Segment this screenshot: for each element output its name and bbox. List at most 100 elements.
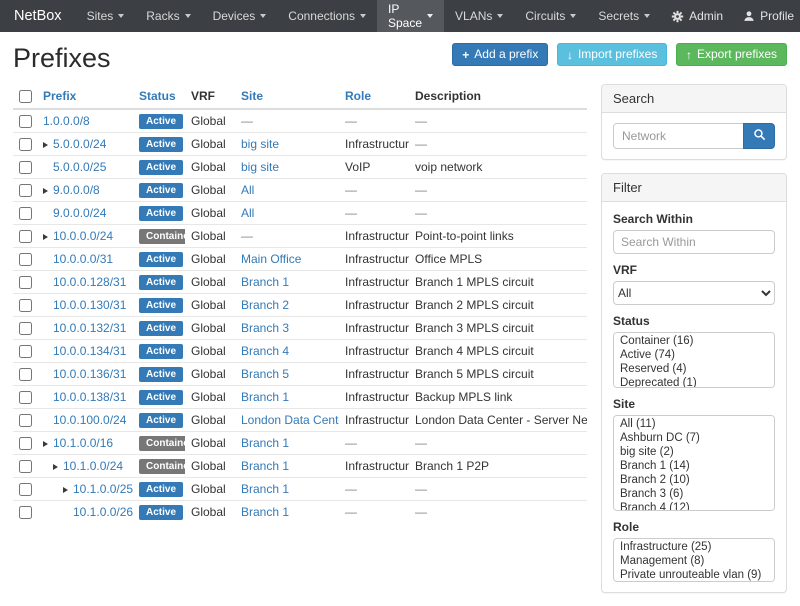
column-header-status[interactable]: Status — [139, 89, 176, 103]
filter-option[interactable]: Private unrouteable vlan (9) — [614, 568, 774, 582]
prefix-link[interactable]: 10.0.0.138/31 — [53, 390, 126, 404]
filter-option[interactable]: Infrastructure (25) — [614, 540, 774, 554]
filter-option[interactable]: Branch 2 (10) — [614, 473, 774, 487]
brand[interactable]: NetBox — [0, 0, 76, 32]
site-link[interactable]: Branch 3 — [241, 321, 289, 335]
export-prefixes-button[interactable]: ↑ Export prefixes — [676, 43, 787, 66]
nav-item-connections[interactable]: Connections — [277, 0, 377, 32]
row-checkbox[interactable] — [19, 460, 32, 473]
row-checkbox[interactable] — [19, 161, 32, 174]
prefix-link[interactable]: 10.1.0.0/16 — [53, 436, 113, 450]
filter-option[interactable]: Branch 4 (12) — [614, 501, 774, 511]
site-link[interactable]: Branch 1 — [241, 436, 289, 450]
site-link[interactable]: Main Office — [241, 252, 301, 266]
site-link[interactable]: Branch 1 — [241, 390, 289, 404]
vrf-select[interactable]: All — [613, 281, 775, 305]
site-link[interactable]: Branch 5 — [241, 367, 289, 381]
site-link[interactable]: All — [241, 183, 254, 197]
status-badge: Active — [139, 275, 183, 290]
nav-item-vlans[interactable]: VLANs — [444, 0, 514, 32]
row-checkbox[interactable] — [19, 184, 32, 197]
site-filter-listbox[interactable]: All (11)Ashburn DC (7)big site (2)Branch… — [613, 415, 775, 511]
row-checkbox[interactable] — [19, 253, 32, 266]
prefix-link[interactable]: 1.0.0.0/8 — [43, 114, 90, 128]
filter-option[interactable]: Reserved (4) — [614, 362, 774, 376]
row-checkbox[interactable] — [19, 138, 32, 151]
row-checkbox[interactable] — [19, 368, 32, 381]
nav-item-ip-space[interactable]: IP Space — [377, 0, 444, 32]
status-filter-listbox[interactable]: Container (16)Active (74)Reserved (4)Dep… — [613, 332, 775, 388]
nav-item-sites[interactable]: Sites — [76, 0, 136, 32]
table-header-row: Prefix Status VRF Site Role Description — [13, 84, 587, 109]
prefix-link[interactable]: 10.0.0.132/31 — [53, 321, 126, 335]
row-checkbox[interactable] — [19, 207, 32, 220]
nav-admin[interactable]: Admin — [661, 0, 733, 32]
site-link[interactable]: Branch 4 — [241, 344, 289, 358]
filter-option[interactable]: big site (2) — [614, 445, 774, 459]
prefix-link[interactable]: 10.0.0.0/24 — [53, 229, 113, 243]
prefix-link[interactable]: 10.0.0.130/31 — [53, 298, 126, 312]
row-checkbox[interactable] — [19, 414, 32, 427]
site-link[interactable]: big site — [241, 160, 279, 174]
import-prefixes-button[interactable]: ↓ Import prefixes — [557, 43, 667, 66]
nav-item-racks[interactable]: Racks — [135, 0, 201, 32]
column-header-role[interactable]: Role — [345, 89, 371, 103]
prefix-link[interactable]: 9.0.0.0/8 — [53, 183, 100, 197]
row-checkbox[interactable] — [19, 322, 32, 335]
row-checkbox[interactable] — [19, 276, 32, 289]
row-checkbox[interactable] — [19, 230, 32, 243]
filter-option[interactable]: Container (16) — [614, 334, 774, 348]
column-header-prefix[interactable]: Prefix — [43, 89, 76, 103]
prefix-link[interactable]: 5.0.0.0/24 — [53, 137, 106, 151]
prefix-link[interactable]: 10.0.100.0/24 — [53, 413, 126, 427]
prefix-link[interactable]: 5.0.0.0/25 — [53, 160, 106, 174]
site-link[interactable]: Branch 2 — [241, 298, 289, 312]
add-prefix-button[interactable]: + Add a prefix — [452, 43, 548, 66]
role-cell: — — [339, 501, 409, 524]
filter-option[interactable]: All (11) — [614, 417, 774, 431]
prefix-link[interactable]: 10.1.0.0/24 — [63, 459, 123, 473]
nav-item-devices[interactable]: Devices — [202, 0, 278, 32]
row-checkbox[interactable] — [19, 299, 32, 312]
filter-option[interactable]: Deprecated (1) — [614, 376, 774, 388]
row-checkbox[interactable] — [19, 437, 32, 450]
prefix-link[interactable]: 10.0.0.128/31 — [53, 275, 126, 289]
import-prefixes-label: Import prefixes — [578, 47, 657, 62]
row-checkbox[interactable] — [19, 345, 32, 358]
nav-profile[interactable]: Profile — [733, 0, 800, 32]
prefix-link[interactable]: 10.1.0.0/25 — [73, 482, 133, 496]
site-link[interactable]: Branch 1 — [241, 482, 289, 496]
prefix-link[interactable]: 9.0.0.0/24 — [53, 206, 106, 220]
site-link[interactable]: Branch 1 — [241, 505, 289, 519]
status-badge: Active — [139, 160, 183, 175]
select-all-checkbox[interactable] — [19, 90, 32, 103]
vrf-cell: Global — [185, 271, 235, 294]
row-checkbox[interactable] — [19, 115, 32, 128]
filter-option[interactable]: Branch 3 (6) — [614, 487, 774, 501]
search-button[interactable] — [743, 123, 775, 149]
role-filter-listbox[interactable]: Infrastructure (25)Management (8)Private… — [613, 538, 775, 582]
filter-option[interactable]: Branch 1 (14) — [614, 459, 774, 473]
nav-item-secrets[interactable]: Secrets — [587, 0, 661, 32]
row-checkbox[interactable] — [19, 506, 32, 519]
site-link[interactable]: All — [241, 206, 254, 220]
description-cell: Branch 4 MPLS circuit — [409, 340, 587, 363]
prefix-link[interactable]: 10.0.0.136/31 — [53, 367, 126, 381]
site-link[interactable]: big site — [241, 137, 279, 151]
prefix-link[interactable]: 10.0.0.134/31 — [53, 344, 126, 358]
site-link[interactable]: Branch 1 — [241, 275, 289, 289]
plus-icon: + — [462, 49, 469, 61]
search-input[interactable] — [613, 123, 744, 149]
nav-item-circuits[interactable]: Circuits — [514, 0, 587, 32]
prefix-link[interactable]: 10.1.0.0/26 — [73, 505, 133, 519]
column-header-site[interactable]: Site — [241, 89, 263, 103]
search-within-input[interactable] — [613, 230, 775, 254]
filter-option[interactable]: Management (8) — [614, 554, 774, 568]
row-checkbox[interactable] — [19, 483, 32, 496]
site-link[interactable]: London Data Center — [241, 413, 339, 427]
row-checkbox[interactable] — [19, 391, 32, 404]
filter-option[interactable]: Active (74) — [614, 348, 774, 362]
prefix-link[interactable]: 10.0.0.0/31 — [53, 252, 113, 266]
site-link[interactable]: Branch 1 — [241, 459, 289, 473]
filter-option[interactable]: Ashburn DC (7) — [614, 431, 774, 445]
